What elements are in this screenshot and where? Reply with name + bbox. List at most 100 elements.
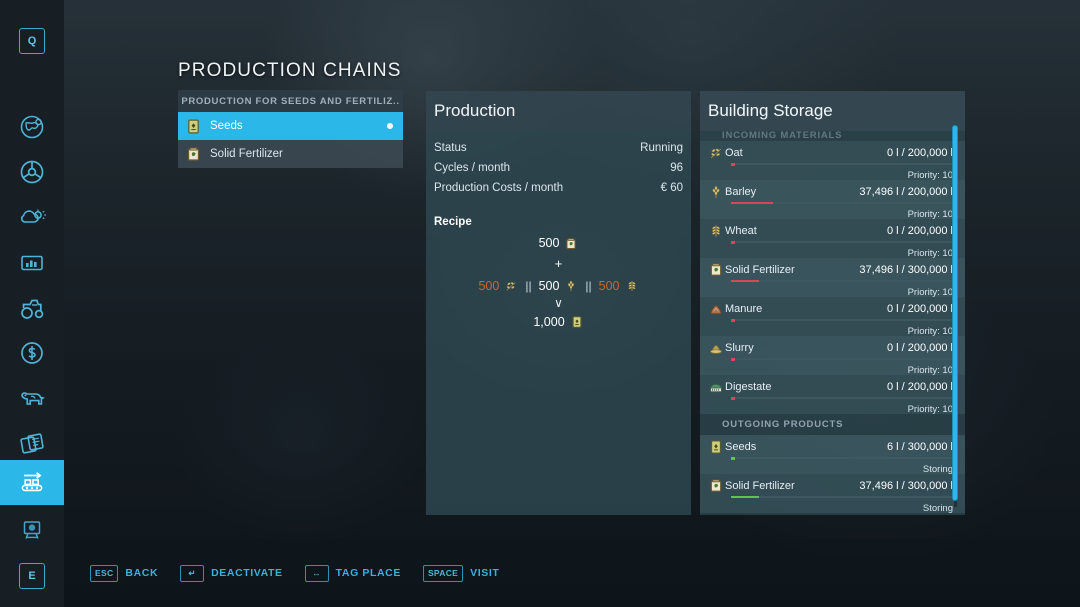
- tractor-icon: [21, 299, 44, 319]
- storage-fill-bar-value: [731, 496, 759, 498]
- key-q-box-icon: Q: [19, 27, 45, 54]
- sidebar-item-weather[interactable]: [0, 194, 64, 239]
- storage-row-amount: 6 l / 300,000 l: [886, 440, 953, 453]
- digestate-tank-icon: [706, 379, 725, 395]
- recipe-arrow-down: ∨: [554, 296, 563, 311]
- easel-screen-icon: [23, 520, 41, 539]
- stat-label: Cycles / month: [434, 162, 511, 174]
- help-hint[interactable]: SPACE VISIT: [422, 564, 499, 582]
- production-list-item-solid-fertilizer[interactable]: Solid Fertilizer: [178, 140, 403, 168]
- storage-row[interactable]: Seeds 6 l / 300,000 l Storing: [700, 435, 965, 475]
- seeds-bag-icon: [185, 118, 202, 135]
- production-list-header: PRODUCTION FOR SEEDS AND FERTILIZ..: [178, 90, 403, 112]
- storage-fill-bar: [731, 358, 953, 361]
- storage-fill-bar: [731, 241, 953, 244]
- sidebar-item-construction[interactable]: [0, 507, 64, 552]
- left-icon-rail: Q E: [0, 0, 64, 607]
- storage-row-name: Manure: [725, 302, 763, 315]
- sidebar-item-finances[interactable]: [0, 330, 64, 375]
- help-hint[interactable]: ↵ DEACTIVATE: [180, 564, 283, 582]
- storage-row-amount: 0 l / 200,000 l: [886, 341, 953, 354]
- recipe-input-line-1: 500: [426, 236, 691, 251]
- production-panel-header: Production: [426, 91, 691, 131]
- slurry-splash-icon: [706, 340, 725, 356]
- sidebar-item-production-chains[interactable]: [0, 460, 64, 505]
- storage-row[interactable]: Slurry 0 l / 200,000 l Priority: 10: [700, 336, 965, 376]
- sidebar-item-contracts[interactable]: [0, 420, 64, 465]
- sidebar-item-statistics[interactable]: [0, 240, 64, 285]
- stat-row-costs: Production Costs / month € 60: [426, 178, 691, 198]
- storage-row-amount: 0 l / 200,000 l: [886, 302, 953, 315]
- recipe-amount-barley: 500: [538, 279, 560, 294]
- production-panel-title: Production: [434, 101, 516, 120]
- storage-fill-bar-value: [731, 457, 735, 460]
- production-list-item-label: Solid Fertilizer: [210, 148, 283, 160]
- storage-row[interactable]: Digestate 0 l / 200,000 l Priority: 10: [700, 375, 965, 415]
- storage-row[interactable]: Oat 0 l / 200,000 l Priority: 10: [700, 141, 965, 181]
- recipe-separator: ||: [525, 279, 532, 294]
- sidebar-item-vehicle-overview[interactable]: [0, 285, 64, 330]
- storage-row-amount: 0 l / 200,000 l: [886, 146, 953, 159]
- storage-row-status: Storing: [922, 503, 953, 514]
- globe-map-icon: [20, 115, 44, 138]
- storage-panel-title: Building Storage: [708, 101, 833, 120]
- storage-row-amount: 0 l / 200,000 l: [886, 380, 953, 393]
- storage-scrollbar[interactable]: [951, 125, 959, 507]
- sidebar-item-key-e[interactable]: E: [0, 553, 64, 598]
- oat-grain-icon: [706, 145, 725, 161]
- storage-row-amount: 37,496 l / 300,000 l: [859, 263, 953, 276]
- storage-fill-bar: [731, 496, 953, 498]
- storage-fill-bar: [731, 280, 953, 282]
- production-list-item-seeds[interactable]: Seeds: [178, 112, 403, 140]
- storage-row-name: Barley: [725, 185, 757, 198]
- storage-fill-bar: [731, 202, 953, 204]
- storage-fill-bar-value: [731, 319, 735, 322]
- page-title: PRODUCTION CHAINS: [178, 60, 402, 81]
- storage-fill-bar-value: [731, 202, 774, 204]
- storage-row-amount: 0 l / 200,000 l: [886, 224, 953, 237]
- sidebar-item-animals[interactable]: [0, 375, 64, 420]
- storage-rows-container[interactable]: INCOMING MATERIALS Oat 0 l / 200,000 l Pri…: [700, 131, 965, 514]
- storage-fill-bar-value: [731, 241, 735, 244]
- documents-icon: [20, 432, 44, 454]
- help-hint[interactable]: ESC BACK: [90, 564, 159, 582]
- storage-row[interactable]: Solid Fertilizer 37,496 l / 300,000 l Prio…: [700, 258, 965, 298]
- scrollbar-thumb[interactable]: [952, 125, 958, 501]
- barley-grain-icon: [706, 184, 725, 200]
- storage-row[interactable]: Solid Fertilizer 37,496 l / 300,000 l Stor…: [700, 474, 965, 514]
- help-hint[interactable]: ↔ TAG PLACE: [304, 564, 401, 582]
- building-storage-panel: Building Storage INCOMING MATERIALS Oat 0…: [700, 91, 965, 515]
- dollar-coin-icon: [21, 341, 43, 364]
- storage-section-header: OUTGOING PRODUCTS: [722, 419, 844, 430]
- enter-key-icon: ↵: [180, 564, 205, 582]
- sidebar-item-map-globe[interactable]: [0, 104, 64, 149]
- manure-pile-icon: [706, 301, 725, 317]
- recipe-output-amount: 1,000: [533, 314, 565, 329]
- storage-fill-bar: [731, 457, 953, 460]
- bar-chart-icon: [21, 255, 43, 270]
- storage-row-name: Seeds: [725, 440, 757, 453]
- storage-panel-header: Building Storage: [700, 91, 965, 131]
- help-hint-label: DEACTIVATE: [211, 567, 283, 579]
- recipe-operator-plus: +: [554, 255, 563, 271]
- recipe-separator: ||: [585, 279, 592, 294]
- sidebar-item-quick-menu-q[interactable]: Q: [0, 18, 64, 63]
- recipe-amount-wheat: 500: [598, 279, 620, 294]
- help-hint-label: BACK: [125, 567, 159, 579]
- storage-fill-bar-value: [731, 280, 759, 282]
- sidebar-item-vehicles-steering[interactable]: [0, 149, 64, 194]
- stat-value: Running: [640, 142, 683, 154]
- storage-row-name: Solid Fertilizer: [725, 263, 795, 276]
- storage-row-name: Wheat: [725, 224, 757, 237]
- storage-row[interactable]: Manure 0 l / 200,000 l Priority: 10: [700, 297, 965, 337]
- recipe-amount: 500: [538, 236, 560, 251]
- wheat-grain-icon: [625, 279, 639, 294]
- help-hint-label: TAG PLACE: [335, 567, 401, 579]
- storage-row-amount: 37,496 l / 200,000 l: [859, 185, 953, 198]
- storage-row[interactable]: Barley 37,496 l / 200,000 l Priority: 10: [700, 180, 965, 220]
- active-indicator-dot: [387, 123, 393, 129]
- help-bar: ESC BACK ↵ DEACTIVATE ↔ TAG PLACE SPACE VISIT: [64, 539, 1080, 607]
- stat-label: Status: [434, 142, 467, 154]
- stat-value: 96: [670, 162, 683, 174]
- storage-row[interactable]: Wheat 0 l / 200,000 l Priority: 10: [700, 219, 965, 259]
